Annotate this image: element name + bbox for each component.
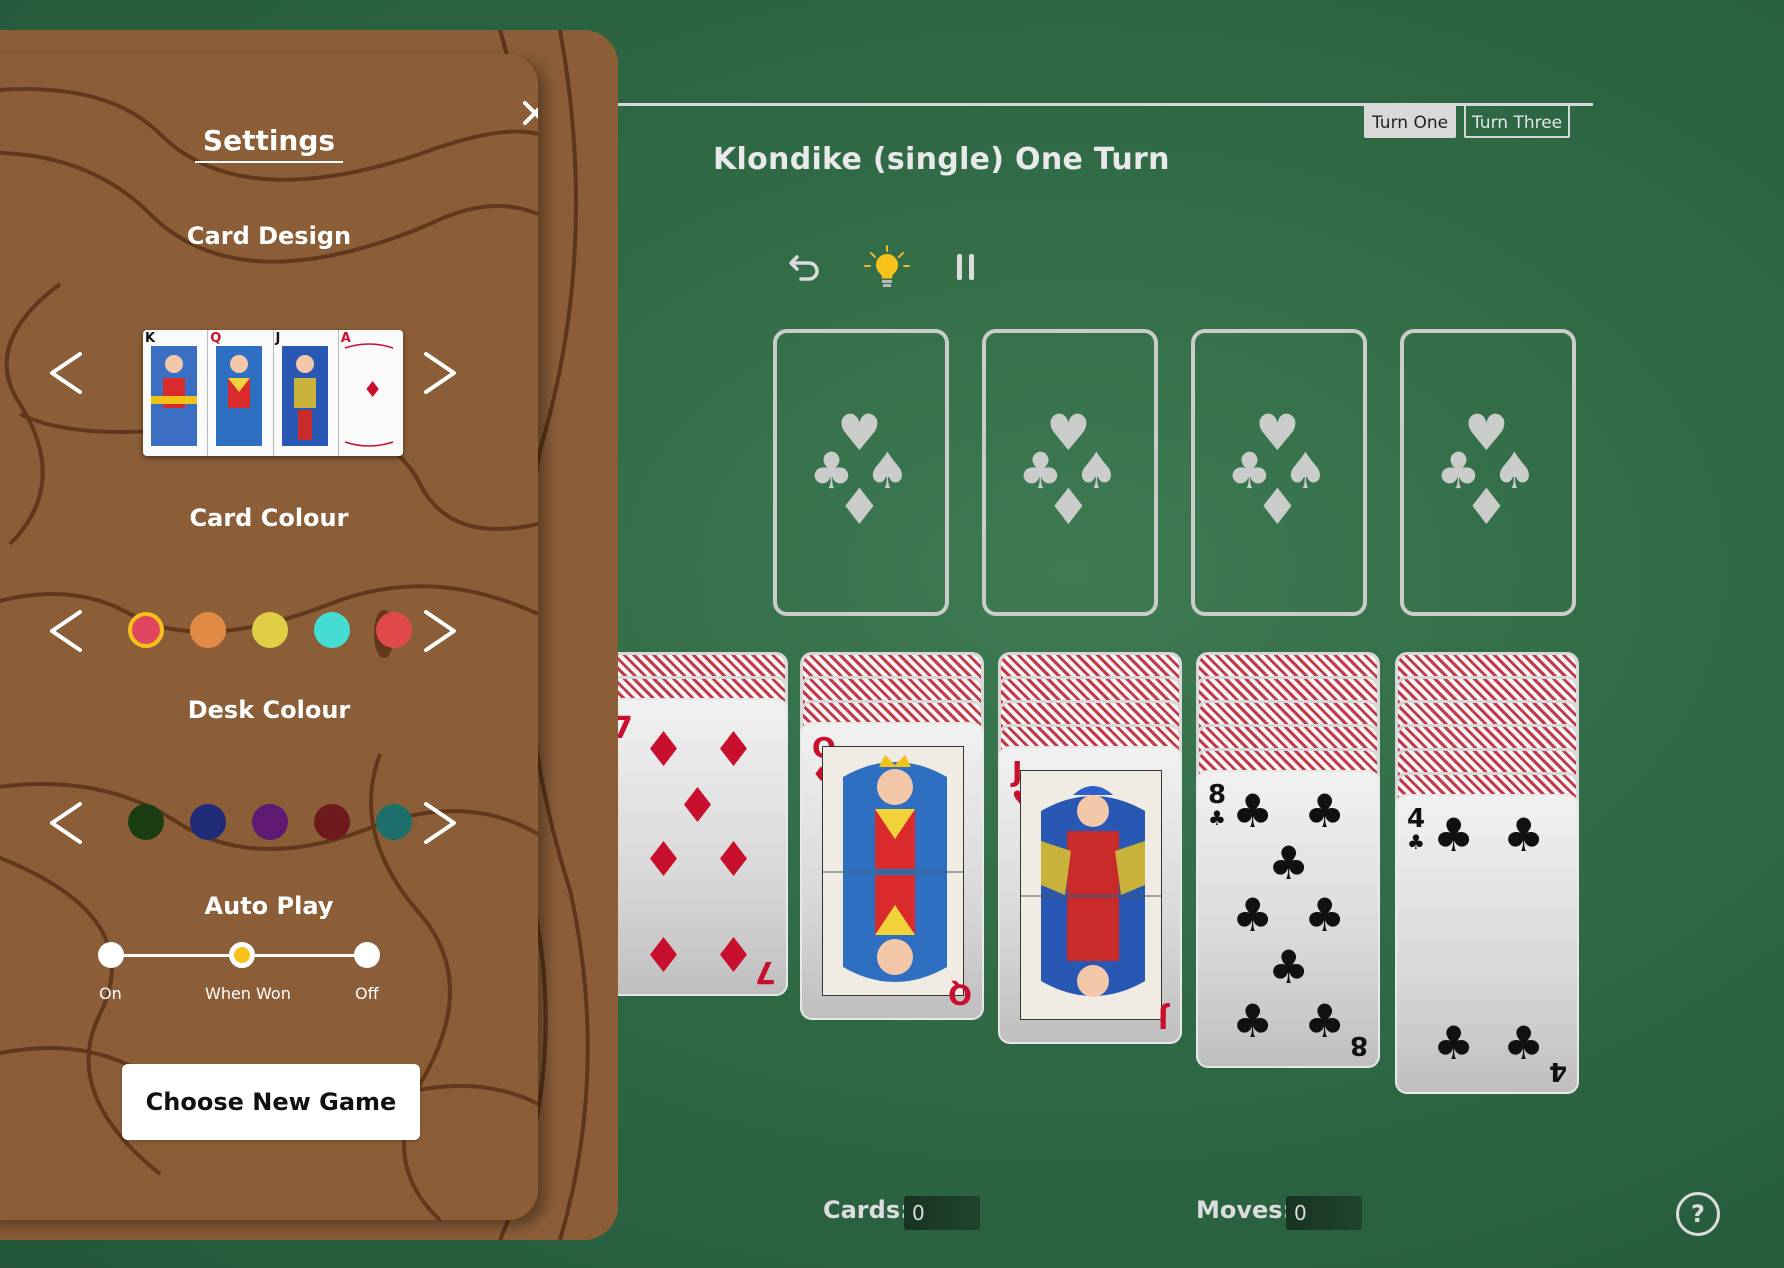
card-colour-swatch[interactable]: [252, 612, 288, 648]
card-8-clubs[interactable]: 8 ♣ ♣ ♣ ♣ ♣ ♣ ♣ ♣ ♣ 8: [1196, 770, 1380, 1068]
card-colour-swatch[interactable]: [190, 612, 226, 648]
foundation-pile[interactable]: ♣ ♥ ♠ ♦: [982, 329, 1158, 616]
card-colour-swatch[interactable]: [128, 612, 164, 648]
desk-colour-next-arrow-icon[interactable]: [420, 800, 460, 846]
card-design-prev-arrow-icon[interactable]: [46, 350, 86, 396]
preview-card-queen: Q: [208, 330, 274, 456]
undo-icon: [789, 255, 819, 281]
moves-counter: 0: [1286, 1196, 1362, 1230]
card-colour-swatch[interactable]: [376, 612, 412, 648]
desk-colour-swatch[interactable]: [190, 804, 226, 840]
card-jack-hearts[interactable]: J ♥ J: [998, 746, 1182, 1044]
card-colour-label: Card Colour: [189, 504, 349, 532]
jack-court-artwork: [1020, 770, 1162, 1020]
cards-counter: 0: [904, 1196, 980, 1230]
choose-new-game-button[interactable]: Choose New Game: [122, 1064, 420, 1140]
card-colour-swatch[interactable]: [314, 612, 350, 648]
desk-colour-swatch[interactable]: [376, 804, 412, 840]
undo-button[interactable]: [780, 242, 830, 292]
foundation-suits-icon: ♣ ♥ ♠ ♦: [1018, 403, 1119, 536]
auto-play-when-won-label: When Won: [205, 984, 291, 1003]
card-design-label: Card Design: [186, 222, 352, 250]
card-7-diamonds[interactable]: 7 ♦ ♦ ♦ ♦ ♦ ♦ ♦ 7: [604, 698, 788, 996]
settings-title: Settings: [0, 124, 538, 163]
settings-panel: Settings Card Design K Q J A ♦ Card Colo…: [0, 54, 538, 1220]
foundation-suits-icon: ♣ ♥ ♠ ♦: [1227, 403, 1328, 536]
queen-court-artwork: [822, 746, 964, 996]
card-design-preview[interactable]: K Q J A ♦: [143, 330, 403, 456]
preview-card-king: K: [143, 330, 209, 456]
card-design-next-arrow-icon[interactable]: [420, 350, 460, 396]
foundation-pile[interactable]: ♣ ♥ ♠ ♦: [1400, 329, 1576, 616]
auto-play-off-label: Off: [355, 984, 379, 1003]
desk-colour-swatch[interactable]: [252, 804, 288, 840]
foundation-pile[interactable]: ♣ ♥ ♠ ♦: [773, 329, 949, 616]
preview-card-jack: J: [274, 330, 339, 456]
auto-play-option-on[interactable]: [98, 942, 124, 968]
turn-three-button[interactable]: Turn Three: [1464, 104, 1571, 138]
desk-colour-swatch[interactable]: [128, 804, 164, 840]
desk-colour-prev-arrow-icon[interactable]: [46, 800, 86, 846]
preview-card-ace: A ♦: [339, 330, 403, 456]
card-colour-prev-arrow-icon[interactable]: [46, 608, 86, 654]
cards-label: Cards:: [823, 1196, 910, 1224]
auto-play-option-off[interactable]: [354, 942, 380, 968]
card-colour-next-arrow-icon[interactable]: [420, 608, 460, 654]
lightbulb-icon: [864, 245, 910, 287]
pause-button[interactable]: [940, 242, 990, 292]
auto-play-option-when-won[interactable]: [229, 942, 255, 968]
foundation-suits-icon: ♣ ♥ ♠ ♦: [1436, 403, 1537, 536]
help-button[interactable]: ?: [1676, 1192, 1720, 1236]
desk-colour-label: Desk Colour: [187, 696, 351, 724]
hint-button[interactable]: [862, 242, 912, 292]
desk-colour-swatch[interactable]: [314, 804, 350, 840]
auto-play-on-label: On: [99, 984, 122, 1003]
turn-one-button[interactable]: Turn One: [1364, 104, 1457, 138]
card-4-clubs[interactable]: 4 ♣ ♣ ♣ ♣ ♣ 4: [1395, 794, 1579, 1094]
auto-play-label: Auto Play: [204, 892, 334, 920]
card-queen-diamonds[interactable]: Q ♦ Q: [800, 722, 984, 1020]
pause-icon: [957, 254, 974, 280]
foundation-pile[interactable]: ♣ ♥ ♠ ♦: [1191, 329, 1367, 616]
moves-label: Moves:: [1196, 1196, 1293, 1224]
foundation-suits-icon: ♣ ♥ ♠ ♦: [809, 403, 910, 536]
game-title: Klondike (single) One Turn: [713, 142, 1170, 177]
